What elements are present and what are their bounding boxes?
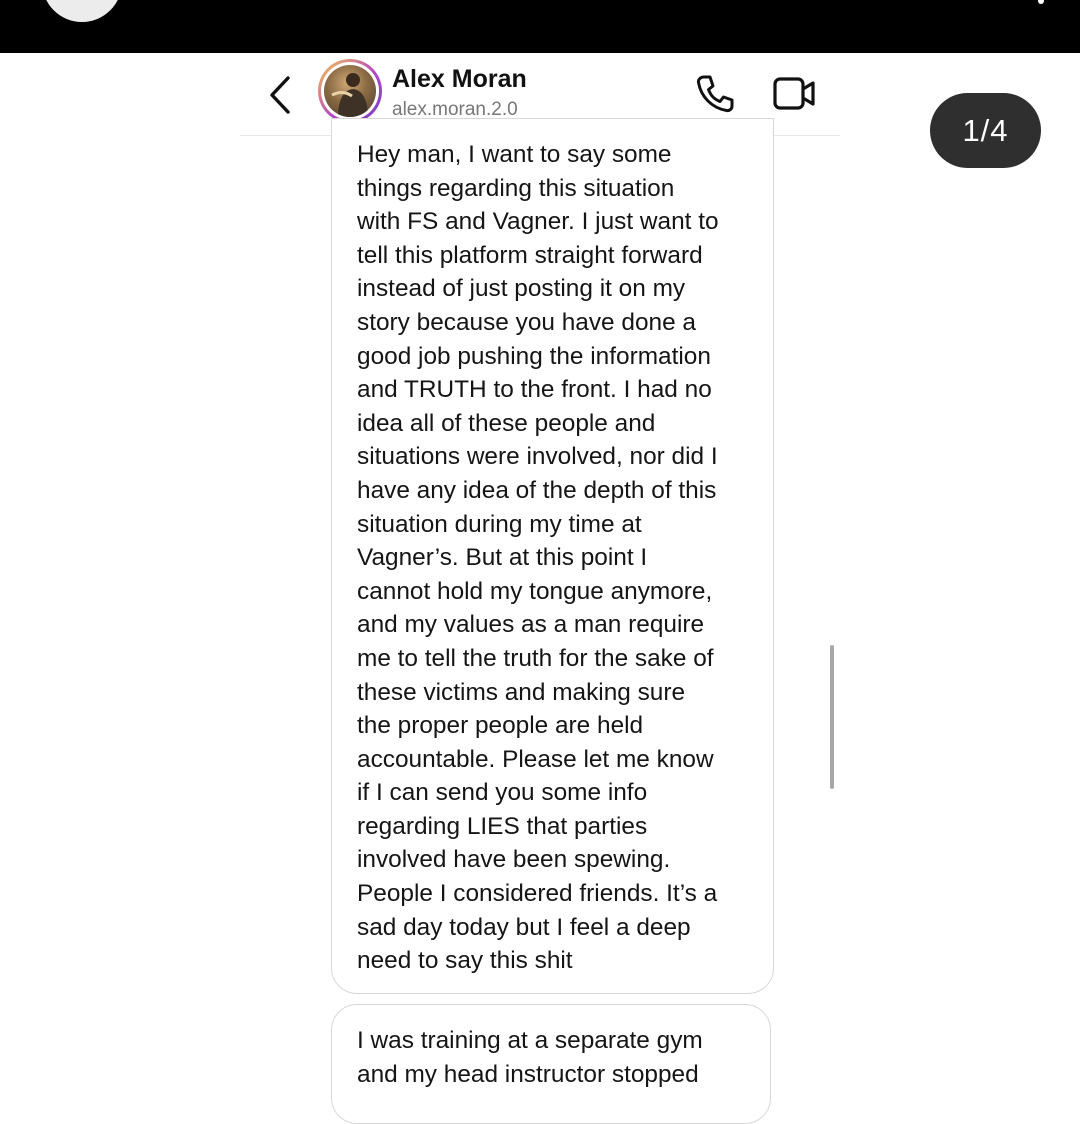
video-call-button[interactable] bbox=[772, 73, 818, 115]
phone-icon bbox=[696, 75, 734, 113]
page-indicator-badge: 1/4 bbox=[930, 93, 1041, 168]
status-bar bbox=[0, 0, 1080, 53]
contact-avatar[interactable] bbox=[318, 59, 382, 123]
avatar-figure bbox=[331, 73, 368, 117]
message-bubble[interactable]: Hey man, I want to say some things regar… bbox=[331, 118, 774, 994]
video-camera-icon bbox=[773, 77, 815, 110]
avatar-photo bbox=[324, 65, 376, 117]
avatar-ring-gap bbox=[321, 62, 379, 120]
status-dot bbox=[1038, 0, 1044, 4]
back-button[interactable] bbox=[264, 73, 298, 117]
top-avatar bbox=[42, 0, 122, 22]
chevron-left-icon bbox=[270, 76, 290, 114]
call-button[interactable] bbox=[694, 73, 736, 115]
message-bubble[interactable]: I was training at a separate gym and my … bbox=[331, 1004, 771, 1124]
scrollbar[interactable] bbox=[830, 645, 834, 789]
contact-name[interactable]: Alex Moran bbox=[392, 65, 527, 94]
